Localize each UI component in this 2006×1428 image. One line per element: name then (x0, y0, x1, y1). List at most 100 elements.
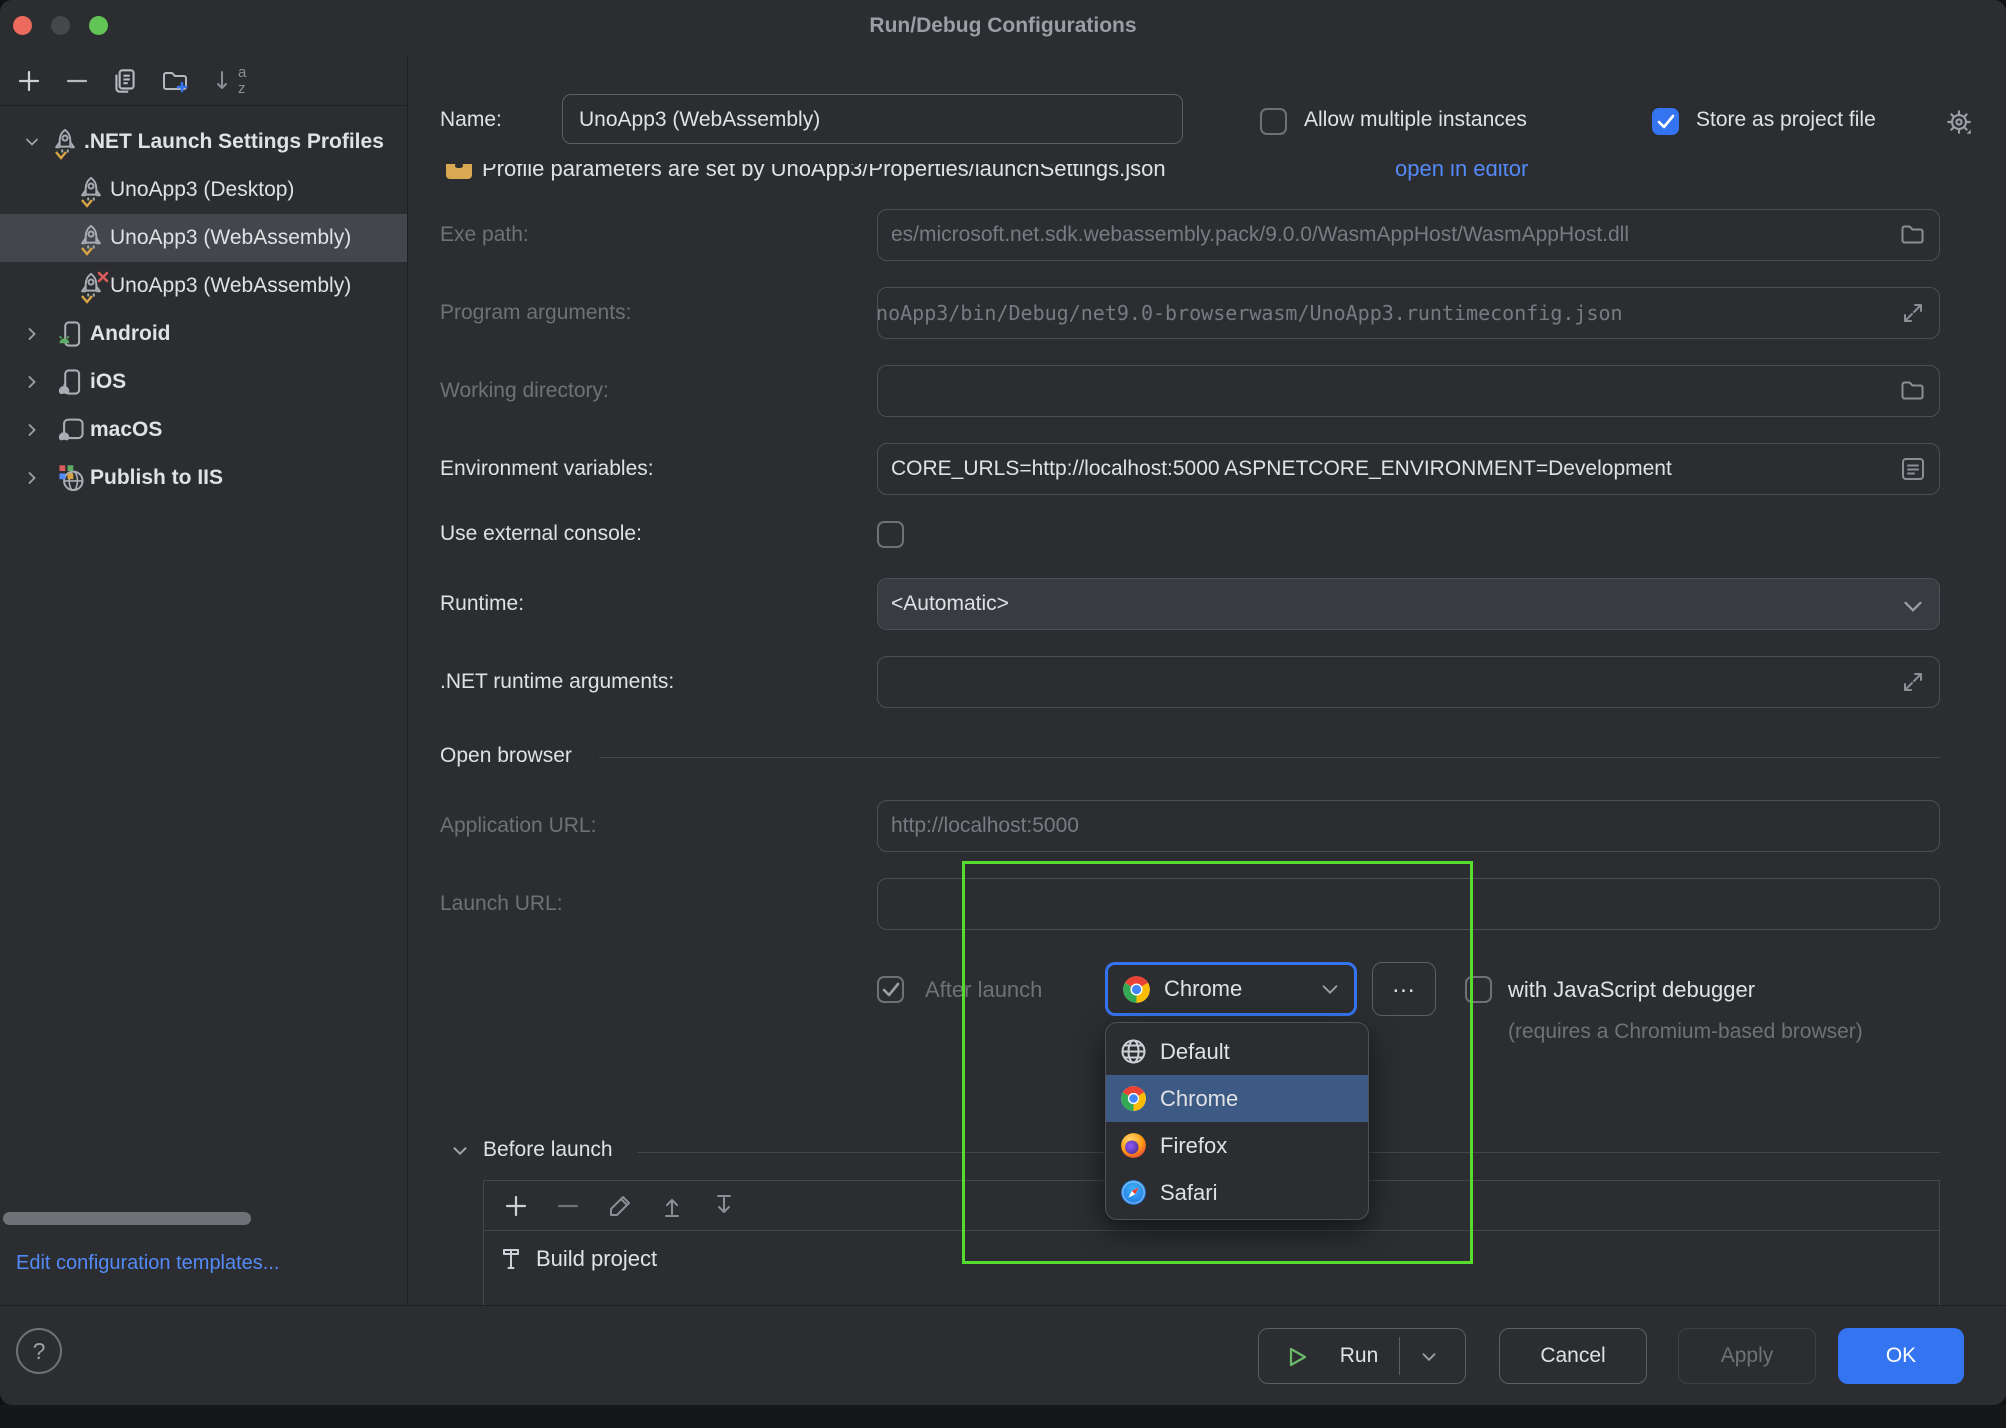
run-button[interactable]: Run (1258, 1328, 1466, 1384)
browse-folder-icon[interactable] (1899, 377, 1927, 405)
environment-variables-field[interactable]: CORE_URLS=http://localhost:5000 ASPNETCO… (877, 443, 1940, 495)
move-down-icon[interactable] (710, 1192, 738, 1220)
application-url-field[interactable]: http://localhost:5000 (877, 800, 1940, 852)
run-options-chevron-icon[interactable] (1417, 1345, 1441, 1369)
new-folder-icon[interactable] (160, 66, 190, 96)
store-as-project-file-checkbox[interactable] (1652, 108, 1679, 135)
add-task-icon[interactable] (502, 1192, 530, 1220)
use-external-console-checkbox[interactable] (877, 521, 904, 548)
ios-phone-icon (56, 367, 86, 397)
use-external-console-label: Use external console: (440, 508, 642, 560)
tree-item-android[interactable]: Android (0, 310, 407, 358)
profile-parameters-notice: Profile parameters are set by UnoApp3/Pr… (407, 164, 2006, 186)
tree-item-unoapp3-webassembly-selected[interactable]: UnoApp3 (WebAssembly) (0, 214, 407, 262)
store-as-project-file-label: Store as project file (1696, 108, 1876, 132)
chrome-icon (1120, 1085, 1147, 1112)
dialog-title: Run/Debug Configurations (0, 0, 2006, 56)
collapse-chevron-icon[interactable] (449, 1140, 471, 1162)
hammer-icon (498, 1245, 526, 1273)
modified-badge-icon (80, 244, 94, 258)
sidebar-horizontal-scrollbar[interactable] (3, 1212, 251, 1225)
runtime-label: Runtime: (440, 578, 524, 630)
tree-item-publish-to-iis[interactable]: Publish to IIS (0, 454, 407, 502)
working-directory-field[interactable] (877, 365, 1940, 417)
working-directory-label: Working directory: (440, 365, 609, 417)
copy-configuration-icon[interactable] (110, 66, 140, 96)
modified-badge-icon (80, 292, 94, 306)
play-icon (1285, 1345, 1309, 1369)
chevron-down-icon (1899, 592, 1927, 620)
browser-option-default[interactable]: Default (1106, 1028, 1368, 1075)
safari-icon (1120, 1179, 1147, 1206)
browser-option-chrome[interactable]: Chrome (1106, 1075, 1368, 1122)
cancel-button[interactable]: Cancel (1499, 1328, 1647, 1384)
dotnet-runtime-arguments-field[interactable] (877, 656, 1940, 708)
launch-settings-icon (445, 164, 473, 181)
expand-editor-icon[interactable] (1899, 299, 1927, 327)
edit-configuration-templates-link[interactable]: Edit configuration templates... (16, 1252, 279, 1275)
js-debugger-hint: (requires a Chromium-based browser) (1508, 1020, 1863, 1044)
apply-button[interactable]: Apply (1678, 1328, 1816, 1384)
launch-url-label: Launch URL: (440, 878, 563, 930)
add-configuration-icon[interactable] (14, 66, 44, 96)
environment-variables-label: Environment variables: (440, 443, 654, 495)
error-badge-icon (96, 270, 110, 284)
before-launch-heading: Before launch (483, 1138, 613, 1162)
notice-text: Profile parameters are set by UnoApp3/Pr… (482, 164, 1166, 186)
exe-path-field[interactable]: es/microsoft.net.sdk.webassembly.pack/9.… (877, 209, 1940, 261)
tree-item-net-launch-settings[interactable]: .NET Launch Settings Profiles (0, 118, 407, 166)
open-browser-heading: Open browser (440, 744, 572, 768)
configurations-sidebar: a z .NET Launch Settings Profiles UnoApp… (0, 56, 408, 1305)
tree-item-macos[interactable]: macOS (0, 406, 407, 454)
run-split-divider (1399, 1337, 1400, 1375)
macos-icon (56, 415, 86, 445)
sidebar-toolbar: a z (0, 56, 407, 106)
remove-task-icon[interactable] (554, 1192, 582, 1220)
tree-item-unoapp3-desktop[interactable]: UnoApp3 (Desktop) (0, 166, 407, 214)
program-arguments-field[interactable]: UnoApp3/bin/Debug/net9.0-browserwasm/Uno… (877, 287, 1940, 339)
name-input[interactable]: UnoApp3 (WebAssembly) (562, 94, 1183, 144)
runtime-combobox[interactable]: <Automatic> (877, 578, 1940, 630)
exe-path-label: Exe path: (440, 209, 529, 261)
run-debug-configurations-dialog: Run/Debug Configurations a z (0, 0, 2006, 1405)
allow-multiple-instances-label: Allow multiple instances (1304, 108, 1527, 132)
move-up-icon[interactable] (658, 1192, 686, 1220)
dotnet-runtime-arguments-label: .NET runtime arguments: (440, 656, 674, 708)
edit-variables-icon[interactable] (1899, 455, 1927, 483)
browse-folder-icon[interactable] (1899, 221, 1927, 249)
expand-editor-icon[interactable] (1899, 668, 1927, 696)
tree-item-unoapp3-webassembly-error[interactable]: UnoApp3 (WebAssembly) (0, 262, 407, 310)
help-button[interactable]: ? (16, 1328, 62, 1374)
task-label: Build project (536, 1231, 657, 1287)
store-options-gear-icon[interactable] (1944, 107, 1974, 137)
firefox-icon (1120, 1132, 1147, 1159)
check-icon (881, 981, 901, 999)
check-icon (1656, 113, 1676, 131)
allow-multiple-instances-checkbox[interactable] (1260, 108, 1287, 135)
name-label: Name: (440, 108, 502, 132)
desktop-background (0, 1405, 2006, 1428)
titlebar: Run/Debug Configurations (0, 0, 2006, 56)
tree-item-ios[interactable]: iOS (0, 358, 407, 406)
sort-letter-z: z (238, 80, 246, 97)
dialog-footer: ? Run Cancel Apply OK (0, 1305, 2006, 1405)
configuration-form: Profile parameters are set by UnoApp3/Pr… (407, 164, 2006, 1305)
publish-iis-icon (56, 463, 86, 493)
sort-letter-a: a (238, 64, 246, 81)
modified-badge-icon (80, 196, 94, 210)
ok-button[interactable]: OK (1838, 1328, 1964, 1384)
open-in-editor-link[interactable]: open in editor (1395, 164, 1528, 186)
edit-task-icon[interactable] (606, 1192, 634, 1220)
with-js-debugger-label: with JavaScript debugger (1508, 976, 1755, 1003)
section-divider (599, 757, 1940, 758)
after-launch-checkbox[interactable] (877, 976, 904, 1003)
application-url-label: Application URL: (440, 800, 596, 852)
browser-option-safari[interactable]: Safari (1106, 1169, 1368, 1216)
android-phone-icon (56, 319, 86, 349)
remove-configuration-icon[interactable] (62, 66, 92, 96)
browser-dropdown-popup: Default Chrome Firefox Safari (1105, 1022, 1369, 1220)
default-browser-icon (1120, 1038, 1147, 1065)
browser-option-firefox[interactable]: Firefox (1106, 1122, 1368, 1169)
modified-badge-icon (54, 148, 68, 162)
program-arguments-label: Program arguments: (440, 287, 631, 339)
